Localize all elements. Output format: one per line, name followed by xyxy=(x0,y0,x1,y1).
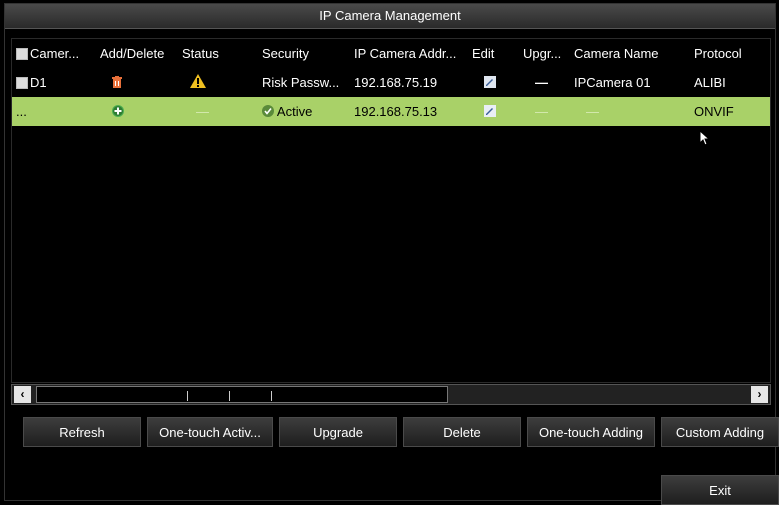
header-add-delete[interactable]: Add/Delete xyxy=(100,39,180,68)
refresh-button[interactable]: Refresh xyxy=(23,417,141,447)
security-cell: Active xyxy=(262,97,354,126)
ip-address-cell: 192.168.75.19 xyxy=(354,75,438,90)
mouse-cursor-icon xyxy=(700,131,710,145)
camera-name-cell: — xyxy=(586,104,599,119)
select-all-checkbox[interactable] xyxy=(16,47,28,60)
upgrade-cell: — xyxy=(535,75,548,90)
edit-cell xyxy=(472,97,518,126)
ip-camera-management-window: IP Camera Management Camer... Add/Delete… xyxy=(4,3,779,505)
header-status[interactable]: Status xyxy=(182,39,262,68)
exit-button[interactable]: Exit xyxy=(661,475,779,505)
protocol-cell: ONVIF xyxy=(694,104,734,119)
status-cell: — xyxy=(196,104,209,119)
header-camera-name[interactable]: Camera Name xyxy=(574,39,694,68)
column-divider-mark xyxy=(271,391,272,401)
window-title: IP Camera Management xyxy=(5,4,775,29)
column-divider-mark xyxy=(229,391,230,401)
table-row[interactable]: D1 Risk Passw... 192.168.75.19 — IPCamer… xyxy=(12,68,770,97)
table-header: Camer... Add/Delete Status Security IP C… xyxy=(12,39,770,68)
scroll-right-button[interactable]: › xyxy=(751,386,768,403)
column-divider-mark xyxy=(187,391,188,401)
one-touch-adding-button[interactable]: One-touch Adding xyxy=(527,417,655,447)
header-ip-address[interactable]: IP Camera Addr... xyxy=(354,39,476,68)
header-camera[interactable]: Camer... xyxy=(16,39,96,68)
row-checkbox[interactable] xyxy=(16,76,28,89)
edit-icon[interactable] xyxy=(484,98,496,126)
edit-cell xyxy=(472,68,518,97)
check-circle-icon xyxy=(262,98,274,126)
horizontal-scrollbar[interactable]: ‹ › xyxy=(11,384,771,405)
upgrade-cell: — xyxy=(535,104,548,119)
add-delete-cell xyxy=(100,97,180,126)
header-protocol[interactable]: Protocol xyxy=(694,39,770,68)
camera-cell: ... xyxy=(16,104,27,119)
ip-address-cell: 192.168.75.13 xyxy=(354,104,438,119)
header-security[interactable]: Security xyxy=(262,39,354,68)
header-edit[interactable]: Edit xyxy=(472,39,518,68)
custom-adding-button[interactable]: Custom Adding xyxy=(661,417,779,447)
header-upgrade[interactable]: Upgr... xyxy=(523,39,571,68)
protocol-cell: ALIBI xyxy=(694,75,726,90)
camera-name-cell: IPCamera 01 xyxy=(574,75,651,90)
delete-button[interactable]: Delete xyxy=(403,417,521,447)
warning-icon xyxy=(190,69,206,97)
upgrade-button[interactable]: Upgrade xyxy=(279,417,397,447)
camera-cell: D1 xyxy=(16,68,96,97)
add-icon[interactable] xyxy=(112,98,124,126)
camera-table: Camer... Add/Delete Status Security IP C… xyxy=(11,38,771,383)
table-row-selected[interactable]: ... — Active 192.168.75.13 — — ONVIF xyxy=(12,97,770,126)
delete-icon[interactable] xyxy=(112,69,122,97)
add-delete-cell xyxy=(100,68,180,97)
security-cell: Risk Passw... xyxy=(262,75,340,90)
scroll-left-button[interactable]: ‹ xyxy=(14,386,31,403)
status-cell xyxy=(182,68,262,97)
edit-icon[interactable] xyxy=(484,69,496,97)
scrollbar-thumb[interactable] xyxy=(36,386,448,403)
one-touch-activate-button[interactable]: One-touch Activ... xyxy=(147,417,273,447)
